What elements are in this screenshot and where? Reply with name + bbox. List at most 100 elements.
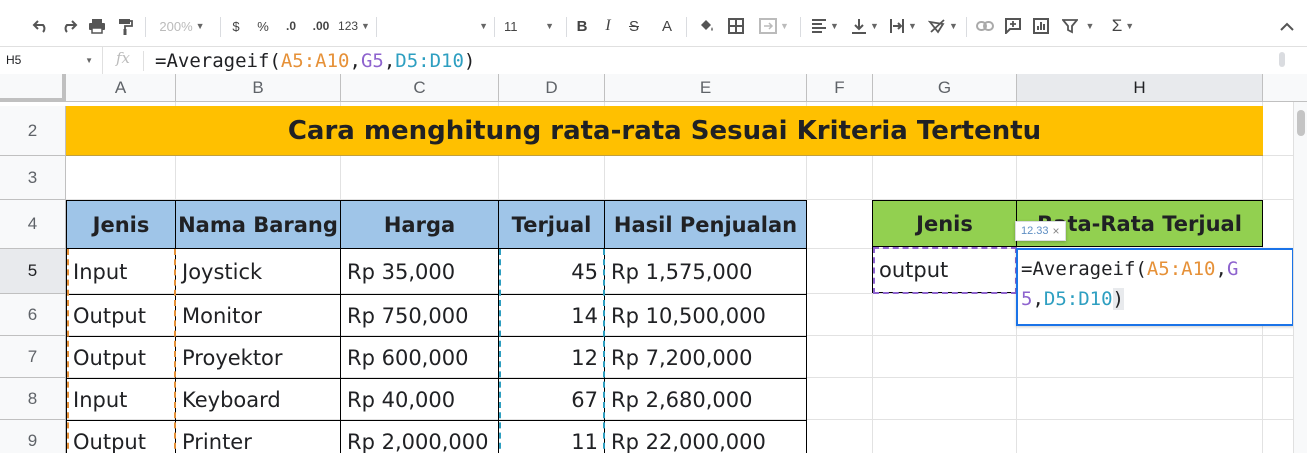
header-terjual[interactable]: Terjual (498, 200, 605, 249)
vertical-align-button[interactable]: ▼ (848, 13, 882, 39)
increase-decimal-button[interactable]: .00 (308, 13, 334, 39)
column-header-e[interactable]: E (605, 74, 807, 102)
font-family-select[interactable]: ▼ (384, 13, 488, 39)
table-cell[interactable]: Monitor (175, 294, 341, 337)
header-harga[interactable]: Harga (340, 200, 499, 249)
table-cell[interactable]: 45 (498, 248, 605, 295)
table-cell[interactable]: Rp 600,000 (340, 336, 499, 379)
toolbar-divider (145, 17, 146, 37)
table-cell[interactable]: Rp 7,200,000 (604, 336, 807, 379)
column-header-a[interactable]: A (66, 74, 176, 102)
insert-link-button[interactable] (974, 13, 996, 39)
chevron-down-icon: ▼ (195, 21, 205, 31)
redo-icon (64, 20, 78, 33)
merge-cells-button[interactable]: ▼ (754, 13, 794, 39)
more-formats-button[interactable]: 123 ▼ (338, 13, 370, 39)
column-header-f[interactable]: F (807, 74, 873, 102)
formula-bar: H5 ▼ fx =Averageif(A5:A10,G5,D5:D10) (0, 46, 1307, 74)
formula-input[interactable]: =Averageif(A5:A10,G5,D5:D10) (155, 48, 475, 74)
criterion-cell[interactable]: output (872, 246, 1017, 293)
column-header-g[interactable]: G (873, 74, 1017, 102)
table-cell[interactable]: Rp 2,680,000 (604, 378, 807, 421)
horizontal-align-button[interactable]: ▼ (808, 13, 842, 39)
cell-editor[interactable]: =Averageif(A5:A10,G 5,D5:D10) (1016, 248, 1294, 326)
row-header-8[interactable]: 8 (0, 378, 66, 420)
column-header-d[interactable]: D (499, 74, 605, 102)
insert-comment-button[interactable] (1003, 13, 1023, 39)
table-cell[interactable]: 12 (498, 336, 605, 379)
redo-button[interactable] (58, 13, 80, 39)
zoom-select[interactable]: 200% ▼ (153, 13, 211, 39)
toolbar-divider (566, 17, 567, 37)
header-nama-barang[interactable]: Nama Barang (175, 200, 341, 249)
scrollbar-thumb[interactable] (1297, 110, 1305, 136)
font-size-select[interactable]: 11 ▼ (500, 13, 558, 39)
table-cell[interactable]: Joystick (175, 248, 341, 295)
table-cell[interactable]: Proyektor (175, 336, 341, 379)
filter-button[interactable]: ▼ (1060, 13, 1096, 39)
table-cell[interactable]: 11 (498, 420, 605, 453)
editor-line-1: =Averageif(A5:A10,G (1021, 254, 1290, 284)
align-left-icon (812, 19, 827, 33)
sheet-title[interactable]: Cara menghitung rata-rata Sesuai Kriteri… (66, 106, 1263, 156)
row-header-5[interactable]: 5 (0, 249, 66, 294)
table-cell[interactable]: Rp 1,575,000 (604, 248, 807, 295)
row-header-3[interactable]: 3 (0, 156, 66, 200)
paint-format-button[interactable] (114, 13, 136, 39)
table-cell[interactable]: Rp 22,000,000 (604, 420, 807, 453)
collapse-toolbar-button[interactable] (1276, 13, 1298, 39)
table-cell[interactable]: 14 (498, 294, 605, 337)
table-cell[interactable]: Printer (175, 420, 341, 453)
text-color-label: A (661, 17, 672, 35)
vertical-scrollbar[interactable] (1293, 102, 1307, 453)
paint-format-icon (119, 18, 133, 35)
italic-button[interactable]: I (600, 13, 616, 39)
table-cell[interactable]: 67 (498, 378, 605, 421)
table-cell[interactable]: Rp 35,000 (340, 248, 499, 295)
strikethrough-button[interactable]: S (626, 13, 642, 39)
percent-format-button[interactable]: % (254, 13, 272, 39)
currency-format-button[interactable]: $ (228, 13, 244, 39)
text-wrapping-button[interactable]: ▼ (886, 13, 920, 39)
name-box[interactable]: H5 ▼ (0, 47, 103, 74)
borders-button[interactable] (726, 13, 746, 39)
table-cell[interactable]: Rp 10,500,000 (604, 294, 807, 337)
table-cell[interactable]: Rp 2,000,000 (340, 420, 499, 453)
table-cell[interactable]: Input (66, 378, 176, 421)
formula-scrollbar[interactable] (1279, 52, 1285, 67)
row-header-6[interactable]: 6 (0, 294, 66, 336)
header-jenis[interactable]: Jenis (66, 200, 176, 249)
header-hasil-penjualan[interactable]: Hasil Penjualan (604, 200, 807, 249)
insert-chart-button[interactable] (1031, 13, 1051, 39)
table-cell[interactable]: Rp 750,000 (340, 294, 499, 337)
table-cell[interactable]: Output (66, 336, 176, 379)
undo-button[interactable] (30, 13, 52, 39)
row-header-4[interactable]: 4 (0, 200, 66, 249)
row-header-7[interactable]: 7 (0, 336, 66, 378)
column-header-h[interactable]: H (1017, 74, 1263, 102)
table-cell[interactable]: Output (66, 294, 176, 337)
fill-color-button[interactable] (696, 13, 716, 39)
editor-criterion-part: G (1226, 258, 1239, 280)
side-header-jenis[interactable]: Jenis (872, 200, 1017, 247)
table-cell[interactable]: Output (66, 420, 176, 453)
table-cell[interactable]: Rp 40,000 (340, 378, 499, 421)
column-header-b[interactable]: B (176, 74, 341, 102)
row-header-9[interactable]: 9 (0, 420, 66, 453)
spreadsheet-grid: A B C D E F G H 2 3 4 5 6 7 8 9 Cara men… (0, 74, 1307, 453)
select-all-corner[interactable] (0, 74, 66, 102)
toolbar-divider (800, 17, 801, 37)
functions-button[interactable]: Σ ▼ (1106, 13, 1140, 39)
close-icon[interactable]: × (1053, 224, 1060, 238)
row-header-2[interactable]: 2 (0, 106, 66, 156)
table-cell[interactable]: Keyboard (175, 378, 341, 421)
editor-criterion-part: 5 (1021, 288, 1033, 310)
decrease-decimal-button[interactable]: .0 (280, 13, 302, 39)
print-button[interactable] (86, 13, 108, 39)
table-cell[interactable]: Input (66, 248, 176, 295)
filter-icon (1061, 19, 1078, 34)
bold-button[interactable]: B (574, 13, 590, 39)
text-color-button[interactable]: A (658, 13, 676, 39)
column-header-c[interactable]: C (341, 74, 499, 102)
text-rotation-button[interactable]: ▼ (926, 13, 960, 39)
